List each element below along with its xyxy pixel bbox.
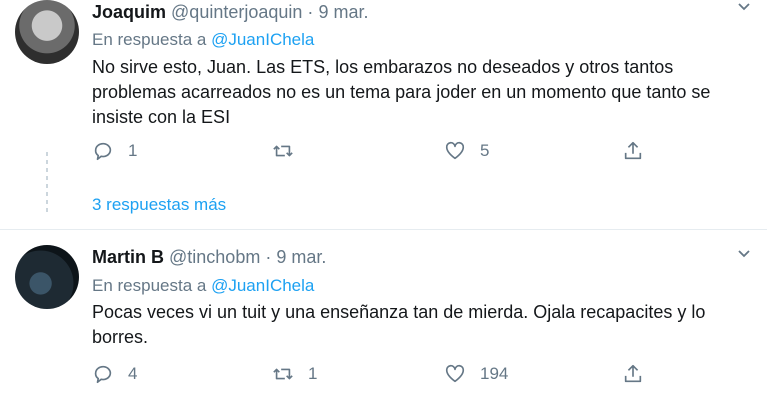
tweet-martin[interactable]: Martin B @tinchobm · 9 mar. En respuesta…	[0, 231, 767, 407]
avatar[interactable]	[15, 0, 79, 64]
author-handle[interactable]: @quinterjoaquin	[171, 2, 302, 22]
author-handle[interactable]: @tinchobm	[169, 247, 260, 267]
divider	[0, 229, 767, 230]
reply-icon	[94, 365, 112, 384]
reply-icon	[94, 142, 112, 161]
reply-context: En respuesta a @JuanIChela	[92, 30, 314, 50]
author-name[interactable]: Martin B	[92, 247, 164, 267]
tweet-header: Martin B @tinchobm · 9 mar.	[92, 247, 326, 268]
reply-button[interactable]: 1	[92, 140, 137, 162]
more-replies-link[interactable]: 3 respuestas más	[92, 195, 226, 215]
reply-prefix: En respuesta a	[92, 30, 207, 49]
like-button[interactable]: 5	[444, 140, 489, 162]
like-icon	[445, 141, 465, 160]
chevron-down-icon[interactable]	[737, 247, 751, 261]
tweet-date[interactable]: 9 mar.	[318, 2, 368, 22]
tweet-joaquim[interactable]: Joaquim @quinterjoaquin · 9 mar. En resp…	[0, 0, 767, 230]
like-count: 194	[480, 364, 509, 383]
tweet-actions: 4 1 194	[92, 363, 672, 389]
avatar[interactable]	[15, 245, 79, 309]
share-button[interactable]	[622, 140, 644, 162]
retweet-icon	[273, 145, 293, 157]
reply-count: 1	[128, 141, 138, 160]
separator-dot: ·	[265, 247, 272, 267]
separator-dot: ·	[307, 2, 314, 22]
share-button[interactable]	[622, 363, 644, 385]
author-name[interactable]: Joaquim	[92, 2, 166, 22]
chevron-down-icon[interactable]	[737, 0, 751, 14]
reply-mention[interactable]: @JuanIChela	[211, 276, 314, 295]
reply-context: En respuesta a @JuanIChela	[92, 276, 314, 296]
retweet-button[interactable]	[272, 140, 308, 162]
reply-prefix: En respuesta a	[92, 276, 207, 295]
like-count: 5	[480, 141, 490, 160]
tweet-actions: 1 5	[92, 140, 672, 166]
retweet-icon	[273, 368, 293, 380]
tweet-date[interactable]: 9 mar.	[276, 247, 326, 267]
thread-line	[46, 152, 48, 216]
like-icon	[445, 364, 465, 383]
reply-count: 4	[128, 364, 138, 383]
retweet-button[interactable]: 1	[272, 363, 317, 385]
tweet-text: Pocas veces vi un tuit y una enseñanza t…	[92, 302, 706, 347]
retweet-count: 1	[308, 364, 318, 383]
share-icon	[624, 364, 642, 383]
like-button[interactable]: 194	[444, 363, 508, 385]
tweet-text: No sirve esto, Juan. Las ETS, los embara…	[92, 57, 711, 127]
reply-mention[interactable]: @JuanIChela	[211, 30, 314, 49]
reply-button[interactable]: 4	[92, 363, 137, 385]
share-icon	[624, 141, 642, 160]
tweet-header: Joaquim @quinterjoaquin · 9 mar.	[92, 2, 368, 23]
